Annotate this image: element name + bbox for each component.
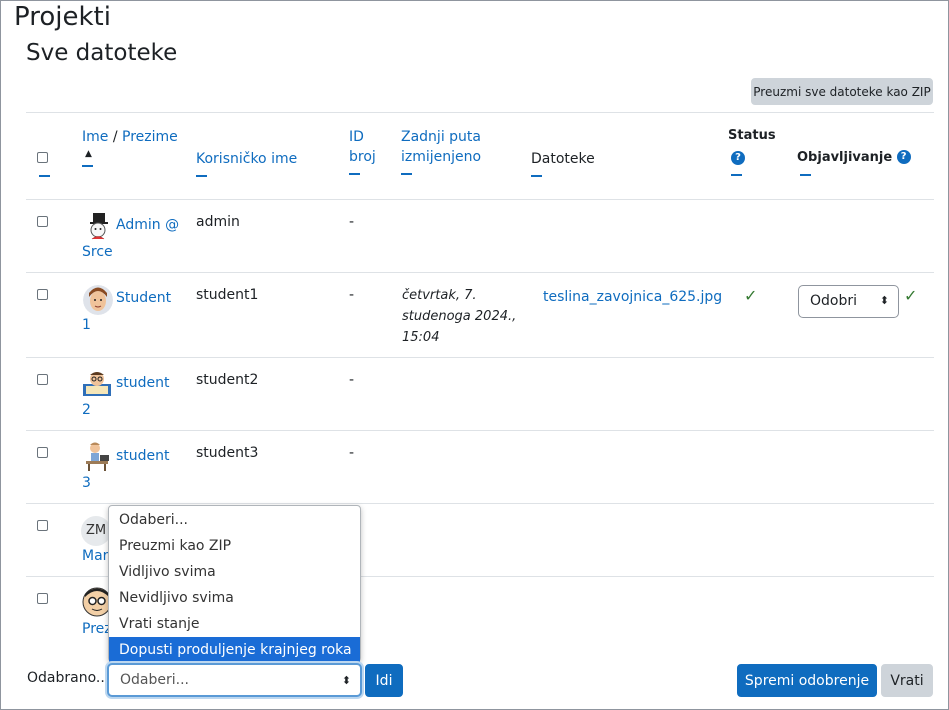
bulk-option-selected[interactable]: Dopusti produljenje krajnjeg roka xyxy=(109,637,360,663)
select-all-checkbox[interactable] xyxy=(37,152,48,163)
id-cell: - xyxy=(349,445,355,461)
row-checkbox[interactable] xyxy=(37,520,48,531)
help-icon[interactable]: ? xyxy=(896,150,911,164)
collapse-icon[interactable] xyxy=(349,173,360,175)
download-all-zip-button[interactable]: Preuzmi sve datoteke kao ZIP xyxy=(751,78,933,105)
help-icon[interactable]: ? xyxy=(731,151,745,165)
user-name-link[interactable]: Mar xyxy=(82,548,108,564)
user-name-link[interactable]: 2 xyxy=(82,402,91,418)
user-name-link[interactable]: student xyxy=(116,448,170,464)
id-cell: - xyxy=(349,287,355,303)
approval-check-icon: ✓ xyxy=(904,286,918,305)
user-name-link[interactable]: Student xyxy=(116,290,171,306)
user-name-link[interactable]: Admin @ xyxy=(116,217,179,233)
files-header: Datoteke xyxy=(531,149,595,177)
name-separator: / xyxy=(108,129,123,145)
collapse-icon[interactable] xyxy=(39,175,50,177)
select-arrows-icon: ⬍ xyxy=(341,674,351,687)
username-cell: admin xyxy=(196,214,240,230)
row-checkbox[interactable] xyxy=(37,289,48,300)
revert-button[interactable]: Vrati xyxy=(881,664,933,697)
row-checkbox[interactable] xyxy=(37,593,48,604)
collapse-icon[interactable] xyxy=(531,175,542,177)
sort-first-name-link[interactable]: Ime xyxy=(82,129,108,145)
username-cell: student3 xyxy=(196,445,259,461)
face-avatar-icon xyxy=(83,285,113,315)
username-header: Korisničko ime xyxy=(196,149,297,177)
status-check-icon: ✓ xyxy=(744,286,758,305)
sort-ascending-icon: ▲ xyxy=(85,149,92,159)
approval-select-value: Odobri xyxy=(810,293,858,309)
collapse-icon[interactable] xyxy=(196,175,207,177)
user-name-link[interactable]: Srce xyxy=(82,244,113,260)
last-modified-line: 15:04 xyxy=(402,330,440,345)
publishing-header-label: Objavljivanje xyxy=(797,150,893,165)
save-approval-button[interactable]: Spremi odobrenje xyxy=(737,664,877,697)
top-hat-avatar-icon xyxy=(83,212,113,242)
collapse-icon[interactable] xyxy=(731,174,742,176)
last-modified-header: Zadnji puta izmijenjeno xyxy=(401,127,501,175)
row-checkbox[interactable] xyxy=(37,447,48,458)
reading-avatar-icon xyxy=(81,370,111,400)
last-modified-line: studenoga 2024., xyxy=(402,309,517,324)
bulk-action-select[interactable]: Odaberi... ⬍ xyxy=(107,663,362,697)
id-header: ID broj xyxy=(349,127,381,175)
approval-select[interactable]: Odobri ⬍ xyxy=(798,285,899,318)
user-name-link[interactable]: student xyxy=(116,375,170,391)
file-link[interactable]: teslina_zavojnica_625.jpg xyxy=(543,289,722,305)
sort-last-modified-link[interactable]: Zadnji puta izmijenjeno xyxy=(401,129,481,165)
row-checkbox[interactable] xyxy=(37,216,48,227)
user-name-link[interactable]: 3 xyxy=(82,475,91,491)
publishing-header: Objavljivanje ? xyxy=(797,147,911,176)
collapse-icon[interactable] xyxy=(82,165,93,167)
table-row: student 2 student2 - xyxy=(26,357,934,430)
name-header: Ime / Prezime ▲ xyxy=(82,127,178,167)
section-title: Sve datoteke xyxy=(26,40,178,66)
collapse-icon[interactable] xyxy=(401,173,412,175)
bulk-option[interactable]: Odaberi... xyxy=(109,507,360,533)
status-header: Status ? xyxy=(728,125,776,176)
id-cell: - xyxy=(349,214,355,230)
user-name-link[interactable]: 1 xyxy=(82,317,91,333)
page-title: Projekti xyxy=(14,2,111,32)
table-row: student 3 student3 - xyxy=(26,430,934,503)
bulk-select-value: Odaberi... xyxy=(120,672,189,688)
last-modified-line: četvrtak, 7. xyxy=(402,288,477,303)
bulk-action-dropdown-list: Odaberi... Preuzmi kao ZIP Vidljivo svim… xyxy=(108,505,361,663)
username-cell: student2 xyxy=(196,372,259,388)
collapse-icon[interactable] xyxy=(800,174,811,176)
select-arrows-icon: ⬍ xyxy=(879,294,889,307)
sort-last-name-link[interactable]: Prezime xyxy=(122,129,178,145)
bulk-option[interactable]: Nevidljivo svima xyxy=(109,585,360,611)
status-header-label: Status xyxy=(728,128,776,143)
last-modified-cell: četvrtak, 7. studenoga 2024., 15:04 xyxy=(402,285,516,348)
sort-id-link[interactable]: ID broj xyxy=(349,129,376,165)
table-row: Admin @ Srce admin - xyxy=(26,199,934,272)
initials-avatar: ZM xyxy=(81,516,111,546)
go-button[interactable]: Idi xyxy=(365,664,403,697)
selected-label: Odabrano... xyxy=(27,670,110,686)
username-cell: student1 xyxy=(196,287,259,303)
sort-username-link[interactable]: Korisničko ime xyxy=(196,151,297,167)
bulk-option[interactable]: Vidljivo svima xyxy=(109,559,360,585)
desk-avatar-icon xyxy=(82,441,112,471)
bulk-option[interactable]: Preuzmi kao ZIP xyxy=(109,533,360,559)
files-header-label: Datoteke xyxy=(531,151,595,167)
bulk-option[interactable]: Vrati stanje xyxy=(109,611,360,637)
row-checkbox[interactable] xyxy=(37,374,48,385)
table-header: Ime / Prezime ▲ Korisničko ime ID broj Z… xyxy=(26,112,934,199)
table-row: Student 1 student1 - četvrtak, 7. studen… xyxy=(26,272,934,357)
id-cell: - xyxy=(349,372,355,388)
